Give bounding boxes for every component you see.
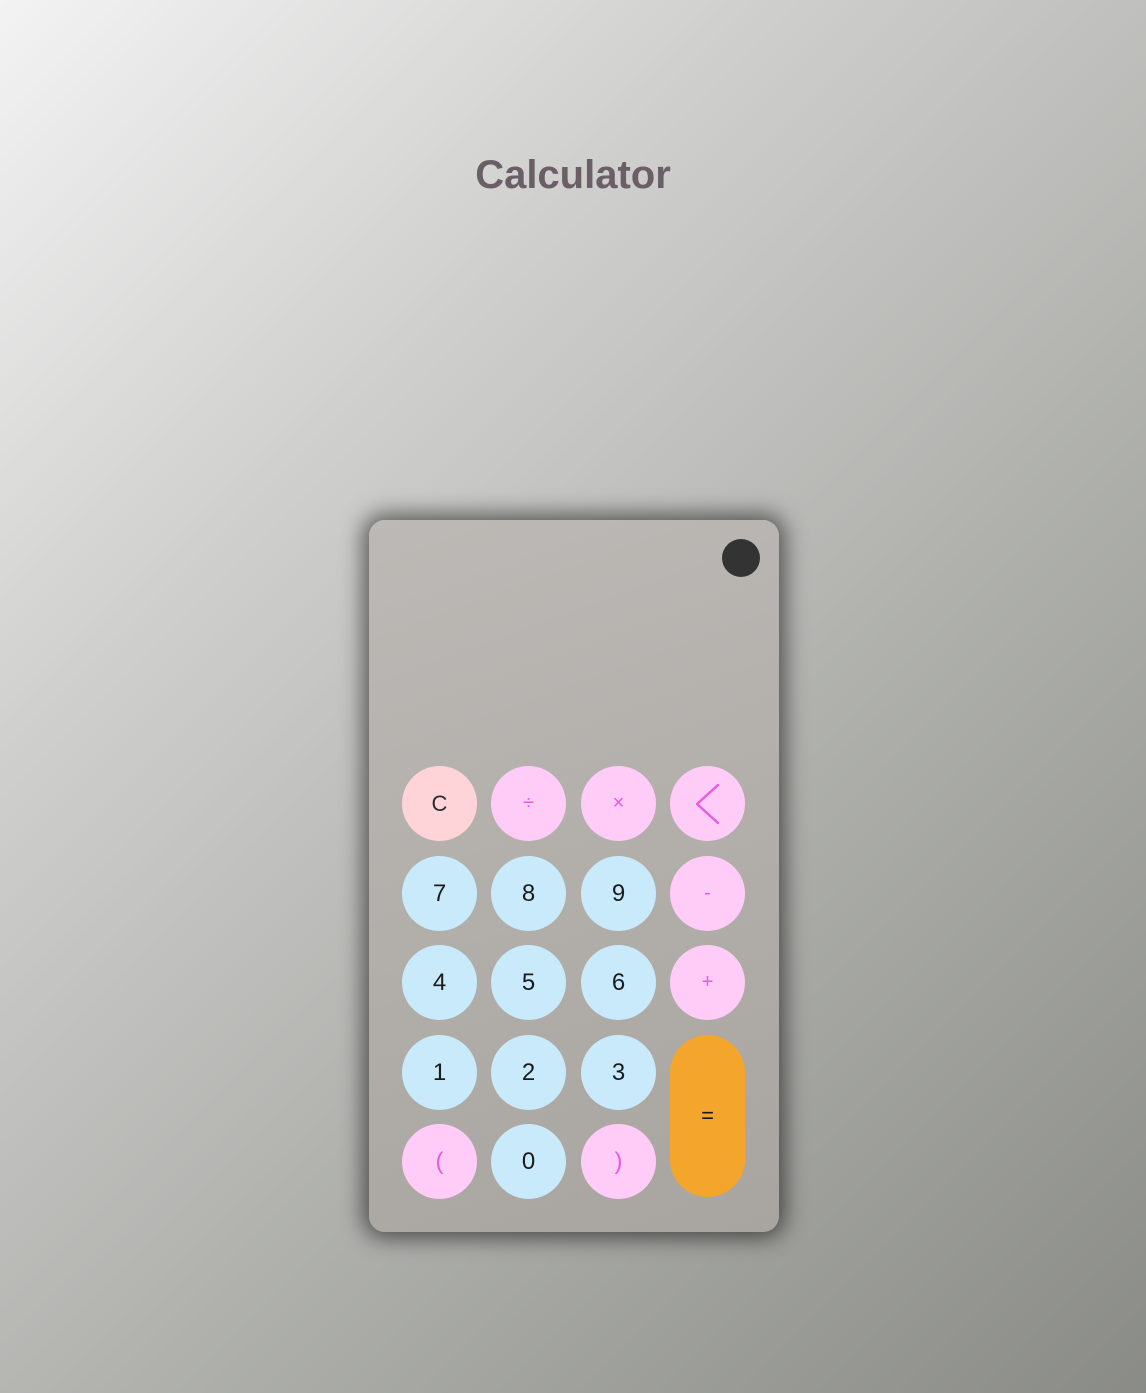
- minus-button[interactable]: -: [670, 856, 745, 931]
- five-button[interactable]: 5: [491, 945, 566, 1020]
- one-button[interactable]: 1: [402, 1035, 477, 1110]
- plus-button[interactable]: +: [670, 945, 745, 1020]
- multiply-button[interactable]: ×: [581, 766, 656, 841]
- four-button[interactable]: 4: [402, 945, 477, 1020]
- eight-button[interactable]: 8: [491, 856, 566, 931]
- three-button[interactable]: 3: [581, 1035, 656, 1110]
- backspace-button[interactable]: [670, 766, 745, 841]
- page-title: Calculator: [475, 153, 671, 197]
- chevron-left-icon: [695, 783, 719, 824]
- clear-button[interactable]: C: [402, 766, 477, 841]
- calculator: C ÷ × 7 8 9 - 4 5 6 + 1 2 3 = ( 0 ): [369, 520, 779, 1232]
- calculator-display: [389, 590, 759, 750]
- seven-button[interactable]: 7: [402, 856, 477, 931]
- theme-toggle[interactable]: [722, 539, 760, 577]
- equals-button[interactable]: =: [670, 1035, 745, 1197]
- nine-button[interactable]: 9: [581, 856, 656, 931]
- six-button[interactable]: 6: [581, 945, 656, 1020]
- divide-button[interactable]: ÷: [491, 766, 566, 841]
- close-paren-button[interactable]: ): [581, 1124, 656, 1199]
- two-button[interactable]: 2: [491, 1035, 566, 1110]
- zero-button[interactable]: 0: [491, 1124, 566, 1199]
- open-paren-button[interactable]: (: [402, 1124, 477, 1199]
